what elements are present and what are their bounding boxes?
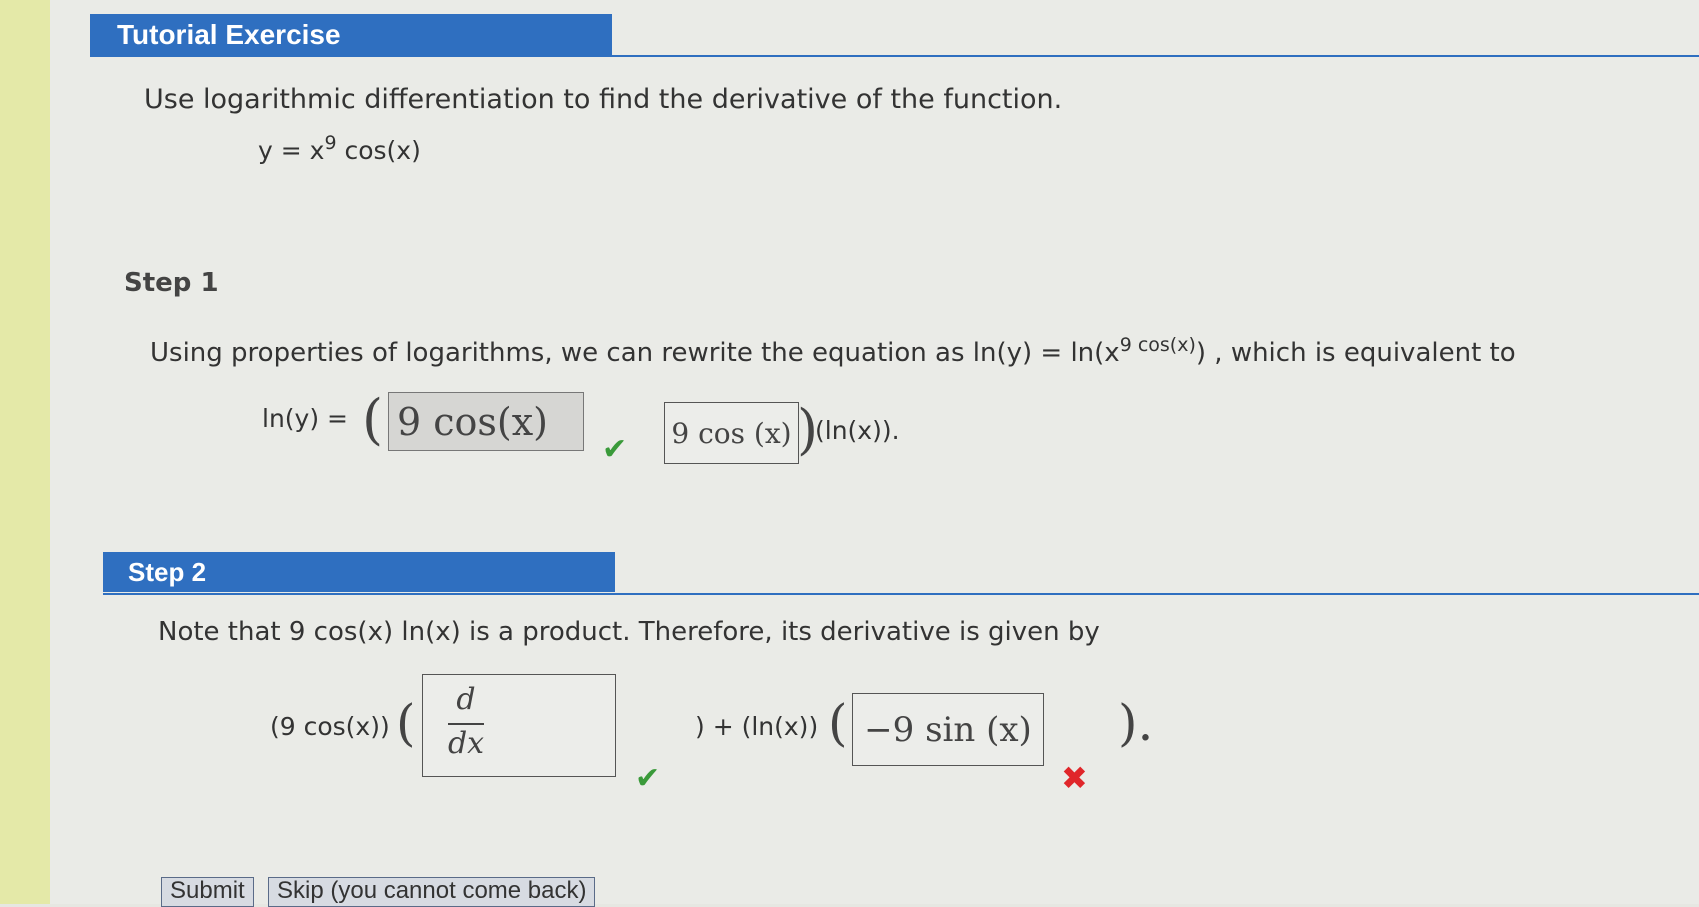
function-rhs: cos(x): [336, 136, 421, 165]
step2-divider: [103, 593, 1699, 595]
step2-answer-input[interactable]: −9 sin (x): [852, 693, 1044, 766]
step2-cross-icon: ✖: [1061, 759, 1088, 797]
left-margin-strip: [0, 0, 50, 904]
step2-sentence: Note that 9 cos(x) ln(x) is a product. T…: [158, 617, 1100, 647]
step2-check-icon: ✔: [635, 761, 661, 796]
step1-sentence-prefix: Using properties of logarithms, we can r…: [150, 338, 1120, 368]
open-paren: (: [362, 388, 384, 451]
skip-button[interactable]: Skip (you cannot come back): [268, 877, 596, 907]
step1-answer-input[interactable]: 9 cos (x): [664, 402, 799, 464]
open-paren-2: (: [396, 694, 416, 752]
header-divider: [90, 55, 1699, 57]
step1-check-icon: ✔: [602, 432, 628, 467]
step2-header: Step 2: [103, 552, 615, 592]
open-paren-3: (: [828, 694, 848, 752]
tutorial-header: Tutorial Exercise: [90, 14, 612, 56]
step1-sentence-exponent: 9 cos(x): [1119, 334, 1196, 356]
step1-sentence: Using properties of logarithms, we can r…: [150, 334, 1516, 368]
step1-sentence-suffix: ) , which is equivalent to: [1195, 338, 1516, 368]
step1-label: Step 1: [124, 268, 219, 298]
step2-close: ).: [1118, 694, 1154, 752]
step2-term1: (9 cos(x)): [270, 712, 390, 741]
step1-eq-tail: (ln(x)).: [815, 416, 900, 445]
frac-numerator: d: [456, 682, 476, 717]
instruction-text: Use logarithmic differentiation to find …: [144, 84, 1063, 115]
function-exponent: 9: [324, 132, 337, 154]
frac-denominator: dx: [447, 726, 485, 761]
step1-eq-lhs: ln(y) =: [262, 404, 348, 433]
function-equation: y = x9 cos(x): [258, 132, 421, 165]
function-lhs: y = x: [258, 136, 325, 165]
step2-plus-term: ) + (ln(x)): [695, 712, 819, 741]
step1-answer-filled[interactable]: 9 cos(x): [388, 392, 584, 451]
frac-bar: [448, 723, 484, 725]
submit-button[interactable]: Submit: [161, 877, 254, 907]
